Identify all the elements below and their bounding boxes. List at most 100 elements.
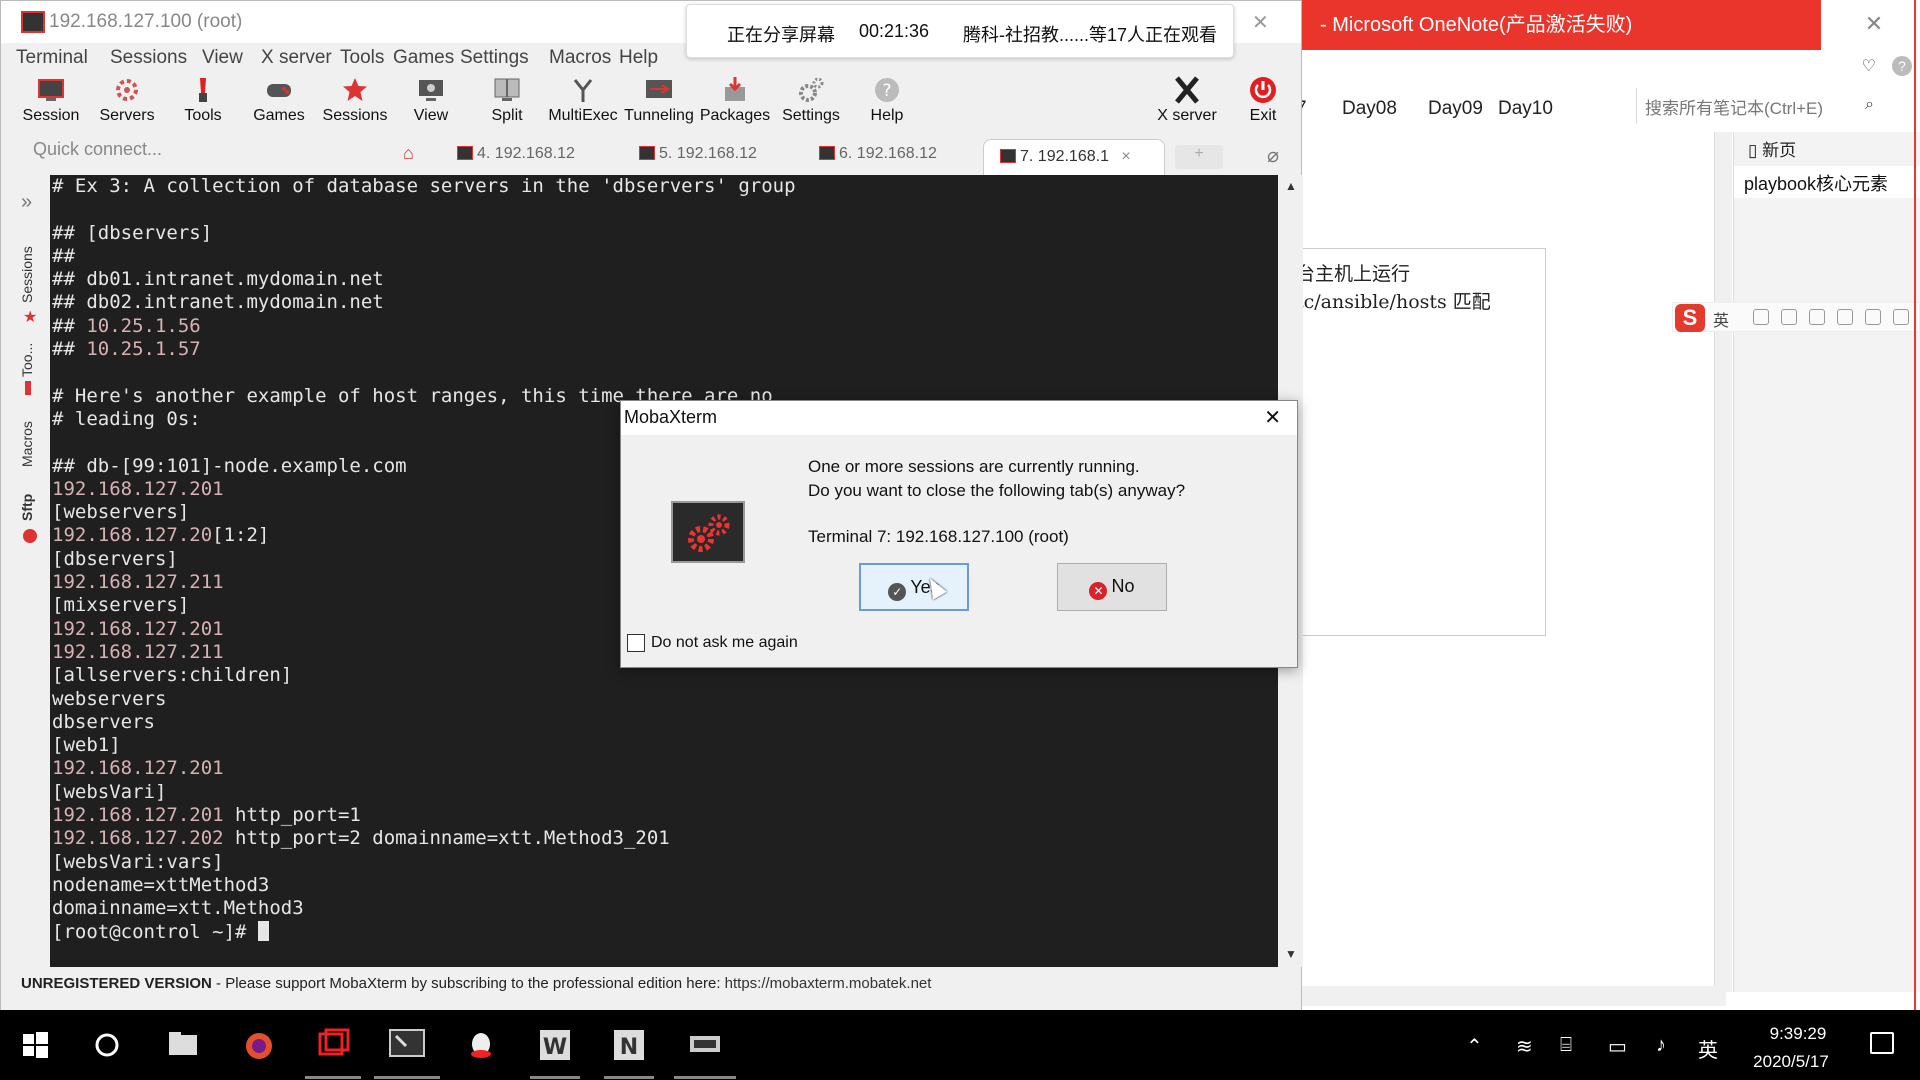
multiexec-button[interactable]: MultiExec [545, 73, 621, 131]
terminal-line: ## db02.intranet.mydomain.net [52, 291, 384, 314]
unregistered-label: UNREGISTERED VERSION [21, 975, 212, 992]
attachment-icon[interactable]: ⌀ [1267, 143, 1279, 168]
terminal-line: [root@control ~]# [52, 920, 1278, 944]
search-circle-icon[interactable] [84, 1022, 130, 1068]
show-hidden-icons-icon[interactable]: ⌃ [1466, 1034, 1483, 1059]
onenote-search-input[interactable]: 搜索所有笔记本(Ctrl+E) ⌕ [1636, 88, 1904, 124]
do-not-ask-checkbox[interactable] [627, 634, 645, 652]
onenote-title: - Microsoft OneNote(产品激活失败) [1296, 0, 1821, 50]
viewers-label[interactable]: 腾科-社招教......等17人正在观看 [963, 21, 1217, 47]
network-app-icon[interactable] [682, 1022, 728, 1068]
skin-icon[interactable] [1837, 309, 1853, 325]
packages-button[interactable]: Packages [697, 73, 773, 131]
menu-help[interactable]: Help [619, 47, 658, 69]
network-icon[interactable]: ⌸ [1560, 1034, 1572, 1057]
servers-button[interactable]: Servers [89, 73, 165, 131]
microphone-icon[interactable] [1781, 309, 1797, 325]
terminal-cursor [257, 920, 269, 941]
view-button[interactable]: View [393, 73, 469, 131]
onenote-tab-day09[interactable]: Day09 [1428, 98, 1483, 120]
volume-icon[interactable]: ♪ [1656, 1034, 1666, 1057]
wifi-icon[interactable]: ≋ [1516, 1034, 1533, 1059]
split-button[interactable]: Split [469, 73, 545, 131]
grid-icon[interactable] [1893, 309, 1909, 325]
system-tray: ⌃ ≋ ⌸ ▭ ♪ 英 9:39:29 2020/5/17 [1460, 1010, 1920, 1080]
session-tab-5[interactable]: 5. 192.168.12 [639, 145, 757, 173]
search-icon[interactable]: ⌕ [1865, 96, 1874, 114]
onenote-vertical-scrollbar[interactable] [1714, 132, 1732, 992]
new-page-button[interactable]: ▯ 新页 [1748, 136, 1796, 161]
menu-games[interactable]: Games [393, 47, 454, 69]
toolbox-icon[interactable] [1865, 309, 1881, 325]
tab-close-icon[interactable]: × [1121, 148, 1130, 165]
emoji-icon[interactable] [1753, 309, 1769, 325]
taskbar-active-indicator [604, 1076, 654, 1079]
chevron-down-icon[interactable]: ♡ [1862, 56, 1876, 76]
onenote-tab-day10[interactable]: Day10 [1498, 98, 1553, 120]
help-button[interactable]: ? Help [849, 73, 925, 131]
session-tab-7-active[interactable]: 7. 192.168.1 × [983, 139, 1165, 175]
menu-xserver[interactable]: X server [261, 47, 332, 69]
mobaxterm-task-icon[interactable] [384, 1022, 430, 1068]
menu-sessions[interactable]: Sessions [110, 47, 187, 69]
settings-icon [799, 77, 824, 102]
red-app-icon[interactable] [310, 1022, 356, 1068]
settings-button[interactable]: Settings [773, 73, 849, 131]
note-container[interactable]: 台主机上运行 tc/ansible/hosts 匹配 [1296, 248, 1546, 636]
ime-language[interactable]: 英 [1713, 307, 1729, 331]
sidebar-tab-macros[interactable]: Macros [19, 421, 35, 467]
new-tab-button[interactable]: + [1175, 145, 1223, 169]
word-icon[interactable]: W [532, 1022, 578, 1068]
games-button[interactable]: Games [241, 73, 317, 131]
menu-settings[interactable]: Settings [460, 47, 529, 69]
menu-tools[interactable]: Tools [340, 47, 384, 69]
menu-view[interactable]: View [202, 47, 243, 69]
menu-terminal[interactable]: Terminal [16, 47, 88, 69]
mobatek-link[interactable]: https://mobaxterm.mobatek.net [725, 975, 932, 992]
do-not-ask-label[interactable]: Do not ask me again [651, 634, 798, 652]
menu-macros[interactable]: Macros [549, 47, 611, 69]
session-tab-6[interactable]: 6. 192.168.12 [819, 145, 937, 173]
yes-button[interactable]: ✓ Yes [859, 563, 969, 611]
xserver-button[interactable]: X server [1149, 73, 1225, 131]
battery-icon[interactable]: ▭ [1608, 1034, 1627, 1059]
share-close-icon[interactable]: ✕ [1252, 10, 1269, 35]
sidebar-tab-tools[interactable]: Too... [19, 343, 35, 377]
windows-start-icon[interactable] [12, 1022, 58, 1068]
ime-indicator[interactable]: 英 [1698, 1034, 1718, 1063]
onenote-icon[interactable]: N [606, 1022, 652, 1068]
dialog-titlebar[interactable]: MobaXterm ✕ [621, 401, 1297, 435]
firefox-icon[interactable] [236, 1022, 282, 1068]
session-button[interactable]: Session [13, 73, 89, 131]
action-center-icon[interactable] [1870, 1032, 1894, 1054]
tools-button[interactable]: Tools [165, 73, 241, 131]
keyboard-icon[interactable] [1809, 309, 1825, 325]
dialog-close-icon[interactable]: ✕ [1264, 405, 1281, 430]
sogou-logo-icon[interactable]: S [1675, 304, 1705, 332]
onenote-window: - Microsoft OneNote(产品激活失败) ✕ ♡ ? 7 Day0… [1296, 0, 1920, 1010]
sidebar-tab-sftp[interactable]: Sftp [19, 494, 35, 521]
clock-date[interactable]: 2020/5/17 [1736, 1052, 1846, 1072]
qq-icon[interactable] [458, 1022, 504, 1068]
terminal-line: [websVari] [52, 780, 167, 803]
xserver-icon [1175, 76, 1199, 104]
onenote-close-icon[interactable]: ✕ [1862, 12, 1886, 36]
sessions-button[interactable]: Sessions [317, 73, 393, 131]
scroll-down-icon[interactable]: ▼ [1285, 947, 1297, 961]
dialog-title: MobaXterm [624, 407, 718, 427]
help-icon[interactable]: ? [1892, 56, 1912, 76]
clock-time[interactable]: 9:39:29 [1750, 1024, 1846, 1044]
tunneling-button[interactable]: Tunneling [621, 73, 697, 131]
onenote-horizontal-scrollbar[interactable] [1296, 986, 1726, 1006]
terminal-line: ## 10.25.1.56 [52, 314, 201, 337]
page-item[interactable]: playbook核心元素 [1734, 166, 1920, 198]
scroll-up-icon[interactable]: ▲ [1285, 179, 1297, 193]
session-tab-4[interactable]: 4. 192.168.12 [457, 145, 575, 173]
checkmark-icon: ✓ [888, 583, 907, 601]
sidebar-tab-sessions[interactable]: Sessions [19, 246, 35, 303]
expand-sidebar-icon[interactable]: » [21, 191, 32, 214]
file-explorer-icon[interactable] [160, 1022, 206, 1068]
no-button[interactable]: ✕ No [1057, 563, 1167, 611]
exit-button[interactable]: Exit [1225, 73, 1301, 131]
onenote-tab-day08[interactable]: Day08 [1342, 98, 1397, 120]
